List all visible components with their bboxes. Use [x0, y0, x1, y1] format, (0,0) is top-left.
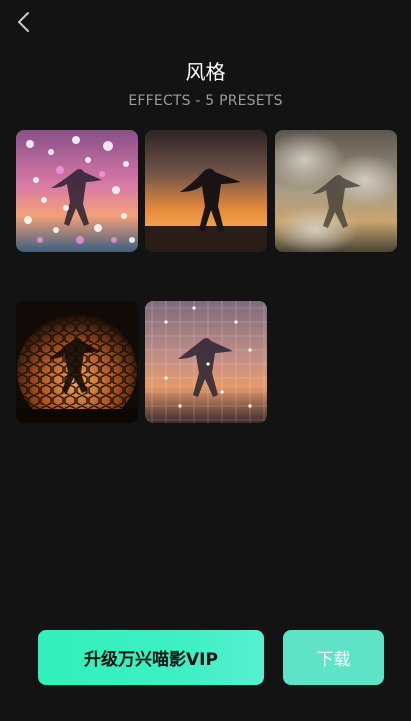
- preset-tile-star-grid[interactable]: [145, 301, 267, 423]
- preset-thumbnail: [16, 301, 138, 423]
- page-title: 风格: [185, 60, 226, 84]
- back-button[interactable]: [12, 10, 36, 34]
- preset-thumbnail: [145, 130, 267, 252]
- preset-tile-smoke[interactable]: [275, 130, 397, 252]
- preset-thumbnail: [145, 301, 267, 423]
- download-button[interactable]: 下载: [283, 630, 384, 685]
- back-chevron-icon: [18, 12, 29, 32]
- page-subtitle: EFFECTS - 5 PRESETS: [128, 93, 283, 109]
- preset-thumbnail: [275, 130, 397, 252]
- preset-tile-bokeh[interactable]: [16, 130, 138, 252]
- preset-tile-hexagon[interactable]: [16, 301, 138, 423]
- upgrade-vip-button[interactable]: 升级万兴喵影VIP: [38, 630, 264, 685]
- preset-thumbnail: [16, 130, 138, 252]
- preset-tile-sunset[interactable]: [145, 130, 267, 252]
